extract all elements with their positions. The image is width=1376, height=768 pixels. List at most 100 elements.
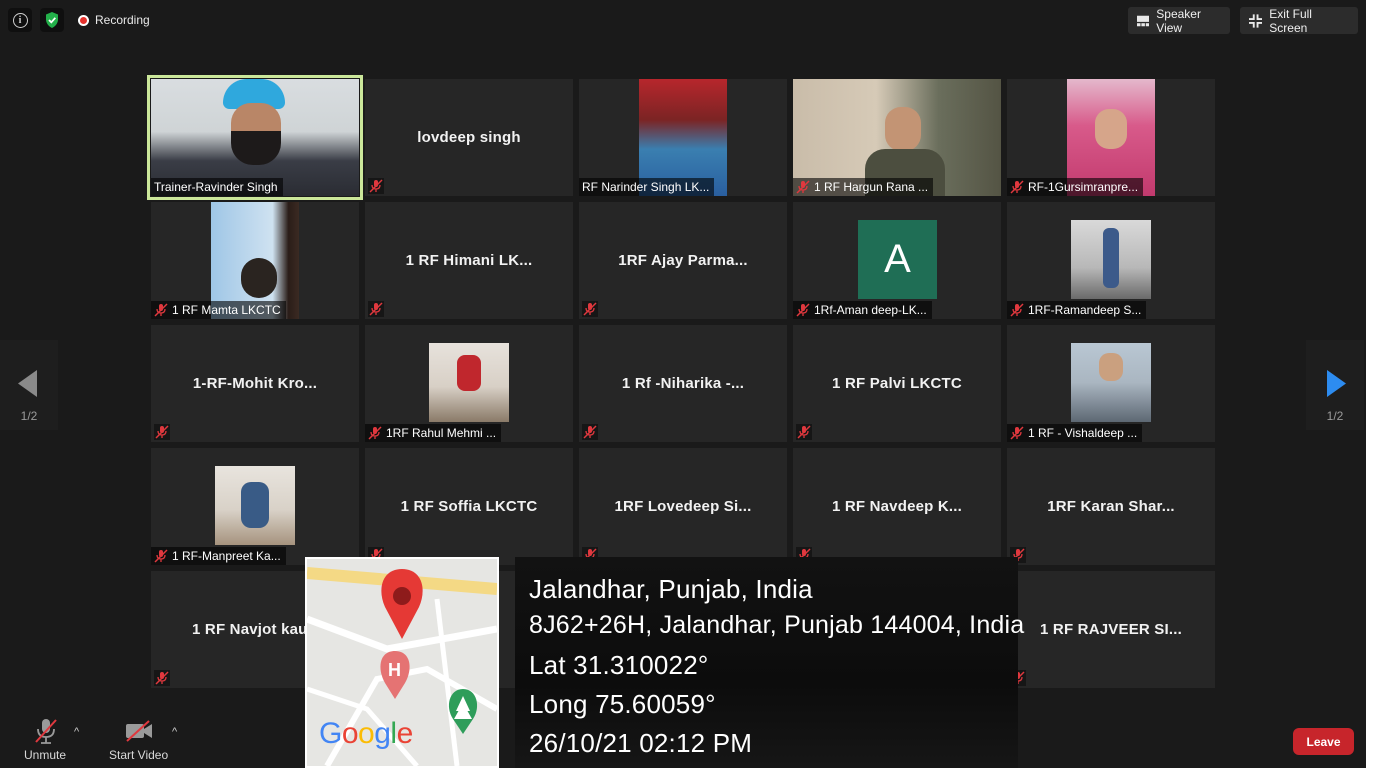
page-indicator-left: 1/2	[20, 409, 38, 423]
participant-label: 1 RF Hargun Rana ...	[793, 178, 934, 196]
beard-shape	[231, 131, 281, 165]
geo-longitude: Long 75.60059°	[529, 689, 716, 719]
participant-tile[interactable]: 1 RF Navdeep K...	[793, 448, 1001, 565]
participant-label: 1RF-Ramandeep S...	[1007, 301, 1147, 319]
speaker-view-icon	[1137, 15, 1150, 26]
participant-name: 1 RF - Vishaldeep ...	[1028, 426, 1138, 440]
profile-photo	[1071, 220, 1151, 299]
muted-indicator	[368, 301, 384, 317]
muted-mic-icon	[583, 302, 597, 316]
participant-name: 1 RF Navdeep K...	[831, 498, 963, 515]
participant-name: RF-1Gursimranpre...	[1028, 180, 1139, 194]
participant-label: 1 RF - Vishaldeep ...	[1007, 424, 1143, 442]
info-icon: i	[12, 12, 28, 28]
participant-tile[interactable]: Trainer-Ravinder Singh	[147, 75, 363, 200]
person-shape	[1103, 228, 1119, 288]
muted-mic-icon	[1010, 180, 1024, 194]
location-map-thumbnail: H Google	[305, 557, 499, 768]
shield-check-icon	[46, 12, 58, 28]
muted-indicator	[368, 178, 384, 194]
avatar: A	[858, 220, 937, 299]
participant-label: RF Narinder Singh LK...	[579, 178, 715, 196]
muted-mic-icon	[155, 671, 169, 685]
participant-name: 1Rf-Aman deep-LK...	[814, 303, 927, 317]
participant-name: 1 RF-Manpreet Ka...	[172, 549, 281, 563]
participant-tile[interactable]: lovdeep singh	[365, 79, 573, 196]
muted-mic-icon	[796, 180, 810, 194]
participant-tile[interactable]: 1 Rf -Niharika -...	[579, 325, 787, 442]
muted-mic-icon	[368, 426, 382, 440]
face-shape	[1099, 353, 1123, 381]
person-shape	[457, 355, 481, 391]
participant-tile[interactable]: RF Narinder Singh LK...	[579, 79, 787, 196]
muted-mic-icon	[583, 425, 597, 439]
previous-page-button[interactable]: 1/2	[0, 340, 58, 430]
participant-label: 1 RF Mamta LKCTC	[151, 301, 286, 319]
geo-city: Jalandhar, Punjab, India	[529, 574, 813, 604]
face-shape	[885, 107, 921, 151]
participant-tile[interactable]: 1-RF-Mohit Kro...	[151, 325, 359, 442]
meeting-info-button[interactable]: i	[8, 8, 32, 32]
participant-tile[interactable]: 1 RF-Manpreet Ka...	[151, 448, 359, 565]
topbar-left: i Recording	[8, 8, 150, 32]
participant-label: 1Rf-Aman deep-LK...	[793, 301, 932, 319]
participant-tile[interactable]: 1 RF Palvi LKCTC	[793, 325, 1001, 442]
muted-indicator	[154, 424, 170, 440]
muted-indicator	[582, 424, 598, 440]
next-page-button[interactable]: 1/2	[1306, 340, 1364, 430]
map-brand: Google	[319, 717, 413, 750]
participant-tile[interactable]: 1 RF RAJVEER SI...	[1007, 571, 1215, 688]
geo-tag-panel: Jalandhar, Punjab, India 8J62+26H, Jalan…	[515, 557, 1024, 768]
profile-photo	[1071, 343, 1151, 422]
video-off-icon	[126, 720, 152, 742]
geo-datetime: 26/10/21 02:12 PM	[529, 728, 753, 758]
participant-label: 1RF Rahul Mehmi ...	[365, 424, 502, 442]
participant-tile[interactable]: A 1Rf-Aman deep-LK...	[793, 202, 1001, 319]
audio-options-caret-icon[interactable]: ^	[74, 726, 79, 738]
exit-fullscreen-label: Exit Full Screen	[1269, 6, 1312, 35]
geo-latitude: Lat 31.310022°	[529, 650, 709, 680]
face-shape	[241, 258, 277, 298]
muted-microphone-icon	[35, 719, 57, 744]
page-indicator-right: 1/2	[1326, 409, 1344, 423]
exit-fullscreen-button[interactable]: Exit Full Screen	[1240, 6, 1358, 35]
participant-tile[interactable]: 1 RF - Vishaldeep ...	[1007, 325, 1215, 442]
muted-mic-icon	[369, 179, 383, 193]
person-shape	[241, 482, 269, 528]
geo-address: 8J62+26H, Jalandhar, Punjab 144004, Indi…	[529, 611, 1025, 639]
recording-indicator[interactable]: Recording	[78, 13, 150, 27]
leave-button[interactable]: Leave	[1293, 728, 1354, 755]
participant-label: 1 RF-Manpreet Ka...	[151, 547, 286, 565]
participant-tile[interactable]: 1RF-Ramandeep S...	[1007, 202, 1215, 319]
participant-name: 1RF Ajay Parma...	[618, 252, 748, 269]
muted-indicator	[582, 301, 598, 317]
arrow-right-icon	[1327, 370, 1346, 397]
encryption-button[interactable]	[40, 8, 64, 32]
participant-tile[interactable]: 1RF Ajay Parma...	[579, 202, 787, 319]
participant-tile[interactable]: 1RF Karan Shar...	[1007, 448, 1215, 565]
face-shape	[1095, 109, 1127, 149]
muted-mic-icon	[154, 303, 168, 317]
participant-tile[interactable]: 1 RF Soffia LKCTC	[365, 448, 573, 565]
participant-tile[interactable]: 1 RF Mamta LKCTC	[151, 202, 359, 319]
participant-name: 1RF Karan Shar...	[1047, 498, 1175, 515]
start-video-label: Start Video	[109, 748, 169, 762]
video-options-caret-icon[interactable]: ^	[172, 726, 177, 738]
arrow-left-icon	[18, 370, 37, 397]
muted-mic-icon	[797, 425, 811, 439]
participant-name: 1 RF Soffia LKCTC	[400, 498, 538, 515]
leave-label: Leave	[1306, 734, 1341, 749]
participant-label: RF-1Gursimranpre...	[1007, 178, 1144, 196]
muted-mic-icon	[369, 302, 383, 316]
participant-tile[interactable]: RF-1Gursimranpre...	[1007, 79, 1215, 196]
participant-name: RF Narinder Singh LK...	[582, 180, 710, 194]
participant-tile[interactable]: 1RF Rahul Mehmi ...	[365, 325, 573, 442]
participant-name: 1 RF Himani LK...	[405, 252, 533, 269]
participant-name: 1-RF-Mohit Kro...	[192, 375, 318, 392]
participant-tile[interactable]: 1RF Lovedeep Si...	[579, 448, 787, 565]
profile-photo	[215, 466, 295, 545]
speaker-view-button[interactable]: Speaker View	[1128, 7, 1230, 35]
participant-tile[interactable]: 1 RF Hargun Rana ...	[793, 79, 1001, 196]
participant-name: lovdeep singh	[417, 129, 521, 146]
participant-tile[interactable]: 1 RF Himani LK...	[365, 202, 573, 319]
